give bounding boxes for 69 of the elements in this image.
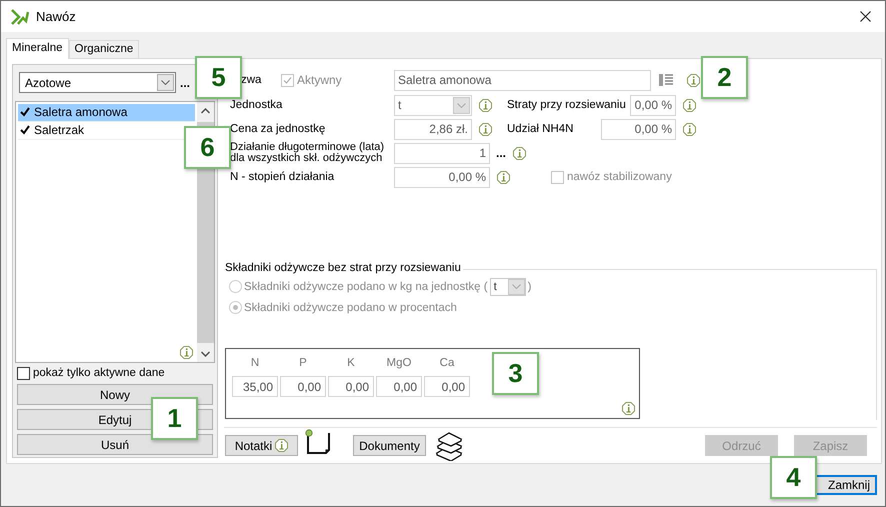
field-label: Straty przy rozsiewaniu bbox=[507, 99, 627, 111]
list-icon[interactable] bbox=[659, 73, 673, 87]
field-label: Cena za jednostkę bbox=[229, 123, 326, 135]
nh4n-field[interactable]: 0,00 % bbox=[601, 118, 676, 140]
action-button[interactable]: Nowy bbox=[17, 384, 213, 406]
scroll-up-icon[interactable] bbox=[201, 108, 210, 114]
long-term-field[interactable]: 1 bbox=[394, 142, 490, 164]
callout-tooltip: 1 bbox=[151, 397, 198, 440]
losses-field[interactable]: 0,00 % bbox=[630, 94, 676, 116]
chevron-down-icon bbox=[457, 102, 466, 108]
chevron-down-icon bbox=[512, 284, 521, 289]
callout-tooltip: 6 bbox=[184, 126, 231, 169]
column-label: K bbox=[347, 357, 355, 369]
notes-button[interactable]: Notatki bbox=[225, 435, 298, 456]
info-icon[interactable] bbox=[622, 402, 635, 415]
action-button[interactable]: Usuń bbox=[17, 434, 213, 456]
callout-tooltip: 5 bbox=[195, 56, 242, 99]
dropdown-button[interactable] bbox=[453, 96, 470, 114]
more-button[interactable]: ... bbox=[180, 76, 190, 90]
radio-label: Składniki odżywcze podano w kg na jednostkę ( bbox=[244, 280, 488, 292]
checkbox-label: Aktywny bbox=[297, 73, 342, 87]
column-label: N bbox=[250, 357, 260, 369]
checkbox-label: nawóz stabilizowany bbox=[567, 171, 672, 183]
check-icon bbox=[20, 107, 30, 118]
field-label: Jednostka bbox=[229, 99, 284, 111]
checkbox-label: pokaż tylko aktywne dane bbox=[33, 367, 165, 380]
callout-tooltip: 3 bbox=[492, 352, 539, 395]
app-icon bbox=[11, 8, 29, 24]
column-label: MgO bbox=[386, 357, 412, 369]
column-label: Ca bbox=[440, 357, 454, 369]
more-button[interactable]: ... bbox=[496, 146, 506, 160]
name-field[interactable]: Saletra amonowa bbox=[394, 70, 651, 90]
check-icon bbox=[20, 125, 30, 136]
info-icon[interactable] bbox=[479, 98, 492, 112]
note-icon[interactable] bbox=[305, 429, 331, 455]
scroll-down-icon[interactable] bbox=[201, 350, 210, 357]
radio-label: ) bbox=[528, 280, 532, 292]
category-dropdown[interactable]: Azotowe bbox=[19, 72, 176, 94]
info-icon[interactable] bbox=[683, 98, 696, 112]
info-icon[interactable] bbox=[513, 146, 526, 160]
field-label: Udział NH4N bbox=[507, 123, 574, 135]
books-icon[interactable] bbox=[434, 430, 464, 460]
n-rate-field[interactable]: 0,00 % bbox=[394, 166, 490, 188]
field-label: Działanie długoterminowe (lata) dla wszystkich skł. odżywczych bbox=[229, 142, 386, 164]
info-icon[interactable] bbox=[180, 346, 193, 359]
tab[interactable]: Mineralne bbox=[6, 38, 68, 59]
close-button[interactable]: Zamknij bbox=[814, 475, 877, 495]
price-field[interactable]: 2,86 zł. bbox=[394, 118, 472, 140]
info-icon[interactable] bbox=[683, 122, 696, 136]
callout-tooltip: 4 bbox=[770, 456, 817, 499]
group-title: Składniki odżywcze bez strat przy rozsiewaniu bbox=[225, 262, 463, 274]
info-icon[interactable] bbox=[687, 74, 700, 86]
field-label: N - stopień działania bbox=[229, 171, 336, 183]
radio-label: Składniki odżywcze podano w procentach bbox=[244, 302, 457, 314]
documents-button[interactable]: Dokumenty bbox=[353, 435, 426, 456]
close-icon[interactable] bbox=[860, 11, 871, 22]
callout-tooltip: 2 bbox=[701, 56, 748, 99]
info-icon[interactable] bbox=[479, 122, 492, 136]
tab[interactable]: Organiczne bbox=[68, 40, 140, 58]
info-icon[interactable] bbox=[275, 439, 288, 452]
field-label: zwa bbox=[241, 74, 262, 86]
unit-dropdown[interactable]: t bbox=[394, 94, 472, 116]
dropdown-button[interactable] bbox=[157, 74, 174, 92]
column-label: P bbox=[299, 357, 307, 369]
checkbox[interactable] bbox=[17, 366, 30, 380]
chevron-down-icon bbox=[161, 80, 170, 86]
window-title: Nawóz bbox=[36, 9, 76, 24]
list-item[interactable]: Saletra amonowa bbox=[18, 104, 195, 122]
info-icon[interactable] bbox=[497, 170, 510, 184]
